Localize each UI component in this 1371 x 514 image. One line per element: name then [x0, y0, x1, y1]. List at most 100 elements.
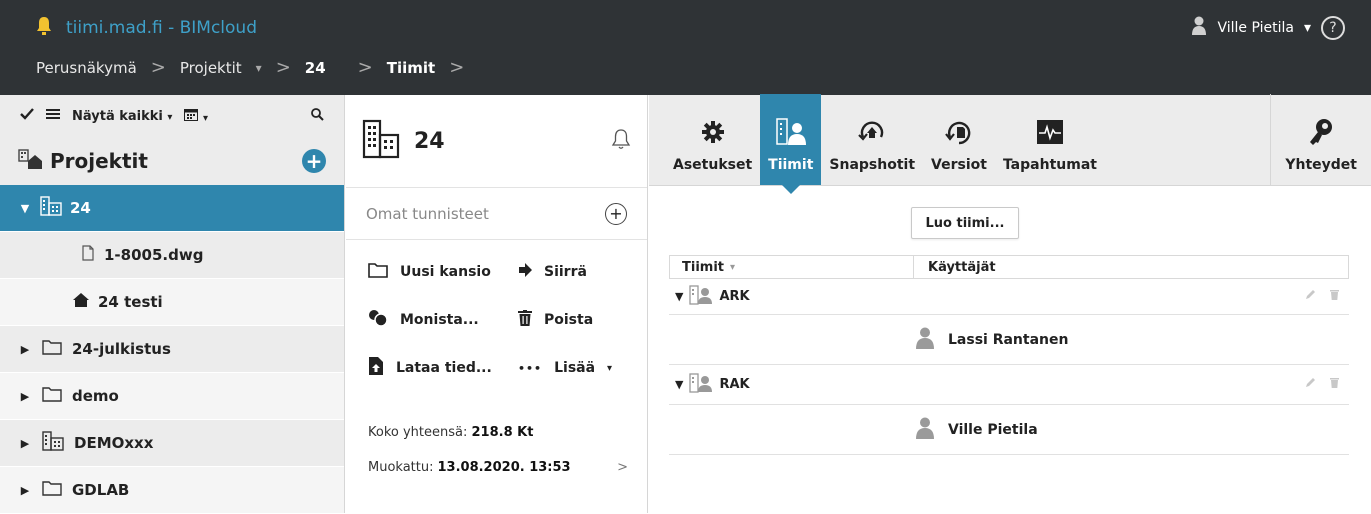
new-folder-label: Uusi kansio [400, 264, 491, 280]
breadcrumb-separator: > [449, 57, 465, 78]
expand-icon[interactable]: ▶ [18, 343, 32, 356]
arrow-right-icon [518, 263, 532, 281]
projects-icon [18, 148, 42, 175]
column-label: Tiimit [682, 259, 724, 275]
folder-icon [42, 480, 62, 500]
breadcrumb-separator: > [275, 57, 291, 78]
chevron-down-icon: ▾ [167, 111, 173, 123]
brand[interactable]: tiimi.mad.fi - BIMcloud [36, 16, 257, 40]
trash-icon[interactable] [1330, 377, 1339, 392]
tags-field[interactable]: Omat tunnisteet + [346, 188, 647, 240]
tree-item-label: DEMOxxx [74, 434, 154, 452]
tree-item-24-julkistus[interactable]: ▶ 24-julkistus [0, 326, 344, 373]
move-label: Siirrä [544, 264, 587, 280]
tree-item-1-8005-dwg[interactable]: 1-8005.dwg [0, 232, 344, 279]
breadcrumb-projects[interactable]: Projektit [180, 59, 242, 77]
tree-item-label: 24 testi [98, 293, 163, 311]
move-button[interactable]: Siirrä [518, 248, 658, 296]
team-row-ark[interactable]: ▼ ARK [669, 279, 1349, 315]
trash-icon [518, 310, 532, 330]
teams-panel: Asetukset Tiimit Snapshotit Versiot Tapa… [649, 94, 1371, 513]
team-icon [689, 284, 713, 309]
key-icon [1306, 117, 1336, 147]
team-tools [1305, 289, 1349, 304]
more-icon: ••• [518, 361, 543, 375]
pencil-icon[interactable] [1305, 377, 1316, 392]
expand-icon[interactable]: ▼ [675, 290, 683, 303]
project-number: 24 [414, 128, 445, 154]
team-icon [776, 117, 806, 147]
breadcrumb-home[interactable]: Perusnäkymä [36, 59, 137, 77]
tab-settings[interactable]: Asetukset [665, 94, 760, 185]
upload-file-button[interactable]: Lataa tied... [368, 344, 518, 392]
chevron-right-icon[interactable]: > [617, 460, 628, 475]
pencil-icon[interactable] [1305, 289, 1316, 304]
tree-item-label: 24 [70, 199, 91, 217]
expand-icon[interactable]: ▶ [18, 390, 32, 403]
top-header: tiimi.mad.fi - BIMcloud Ville Pietila ▾ … [0, 0, 1371, 95]
team-tools [1305, 377, 1349, 392]
sidebar-toolbar: Näytä kaikki ▾ ▾ [0, 95, 344, 137]
tab-connections[interactable]: Yhteydet [1270, 94, 1371, 185]
house-icon [72, 292, 90, 312]
upload-label: Lataa tied... [396, 360, 492, 376]
help-icon[interactable]: ? [1321, 16, 1345, 40]
expand-icon[interactable]: ▶ [18, 437, 32, 450]
trash-icon[interactable] [1330, 289, 1339, 304]
tree-item-label: GDLAB [72, 481, 130, 499]
user-menu[interactable]: Ville Pietila ▾ ? [1191, 16, 1345, 40]
team-member-row[interactable]: Ville Pietila [669, 405, 1349, 455]
modified-label: Muokattu: [368, 460, 434, 475]
user-icon [916, 327, 934, 353]
show-all-label: Näytä kaikki [72, 108, 163, 124]
tree-item-demoxxx[interactable]: ▶ DEMOxxx [0, 420, 344, 467]
breadcrumb-current[interactable]: Tiimit [387, 59, 435, 77]
tree-item-24[interactable]: ▼ 24 [0, 185, 344, 232]
new-folder-button[interactable]: Uusi kansio [368, 248, 518, 296]
column-teams[interactable]: Tiimit ▾ [670, 256, 914, 278]
show-all-filter[interactable]: Näytä kaikki ▾ [72, 109, 172, 124]
user-icon [1191, 16, 1207, 40]
create-team-button[interactable]: Luo tiimi... [911, 207, 1019, 239]
more-button[interactable]: ••• Lisää ▾ [518, 344, 658, 392]
tab-versions[interactable]: Versiot [923, 94, 995, 185]
tree-item-24-testi[interactable]: 24 testi [0, 279, 344, 326]
duplicate-button[interactable]: Monista... [368, 296, 518, 344]
expand-icon[interactable]: ▼ [18, 202, 32, 215]
expand-icon[interactable]: ▶ [18, 484, 32, 497]
folder-icon [42, 339, 62, 359]
team-member-row[interactable]: Lassi Rantanen [669, 315, 1349, 365]
table-header: Tiimit ▾ Käyttäjät [669, 255, 1349, 279]
breadcrumb-project[interactable]: 24 [305, 59, 326, 77]
building-icon [40, 196, 62, 220]
chevron-down-icon: ▾ [202, 112, 208, 124]
team-row-rak[interactable]: ▼ RAK [669, 365, 1349, 405]
member-name: Ville Pietila [948, 421, 1038, 438]
add-project-button[interactable]: + [302, 149, 326, 173]
version-history-icon [944, 117, 974, 147]
bell-icon[interactable] [611, 128, 631, 154]
modified-info[interactable]: Muokattu: 13.08.2020. 13:53 > [368, 460, 628, 475]
column-users: Käyttäjät [928, 259, 996, 275]
duplicate-icon [368, 309, 388, 331]
chevron-down-icon[interactable]: ▾ [256, 61, 262, 75]
tree-item-gdlab[interactable]: ▶ GDLAB [0, 467, 344, 514]
modified-value: 13.08.2020. 13:53 [437, 460, 571, 475]
delete-button[interactable]: Poista [518, 296, 658, 344]
search-icon[interactable] [311, 107, 324, 125]
tab-snapshots[interactable]: Snapshotit [821, 94, 923, 185]
tab-teams[interactable]: Tiimit [760, 94, 822, 194]
list-icon[interactable] [46, 108, 60, 124]
expand-icon[interactable]: ▼ [675, 378, 683, 391]
tree-item-demo[interactable]: ▶ demo [0, 373, 344, 420]
sidebar-title: Projektit [50, 149, 148, 173]
chevron-down-icon: ▾ [607, 362, 613, 374]
tab-events[interactable]: Tapahtumat [995, 94, 1105, 185]
calendar-icon [184, 108, 203, 125]
checkmark-icon[interactable] [20, 108, 34, 124]
calendar-filter[interactable]: ▾ [184, 108, 208, 125]
tab-label: Asetukset [673, 157, 753, 173]
bell-logo-icon [36, 16, 52, 40]
file-icon [82, 245, 94, 265]
add-tag-button[interactable]: + [605, 202, 627, 225]
